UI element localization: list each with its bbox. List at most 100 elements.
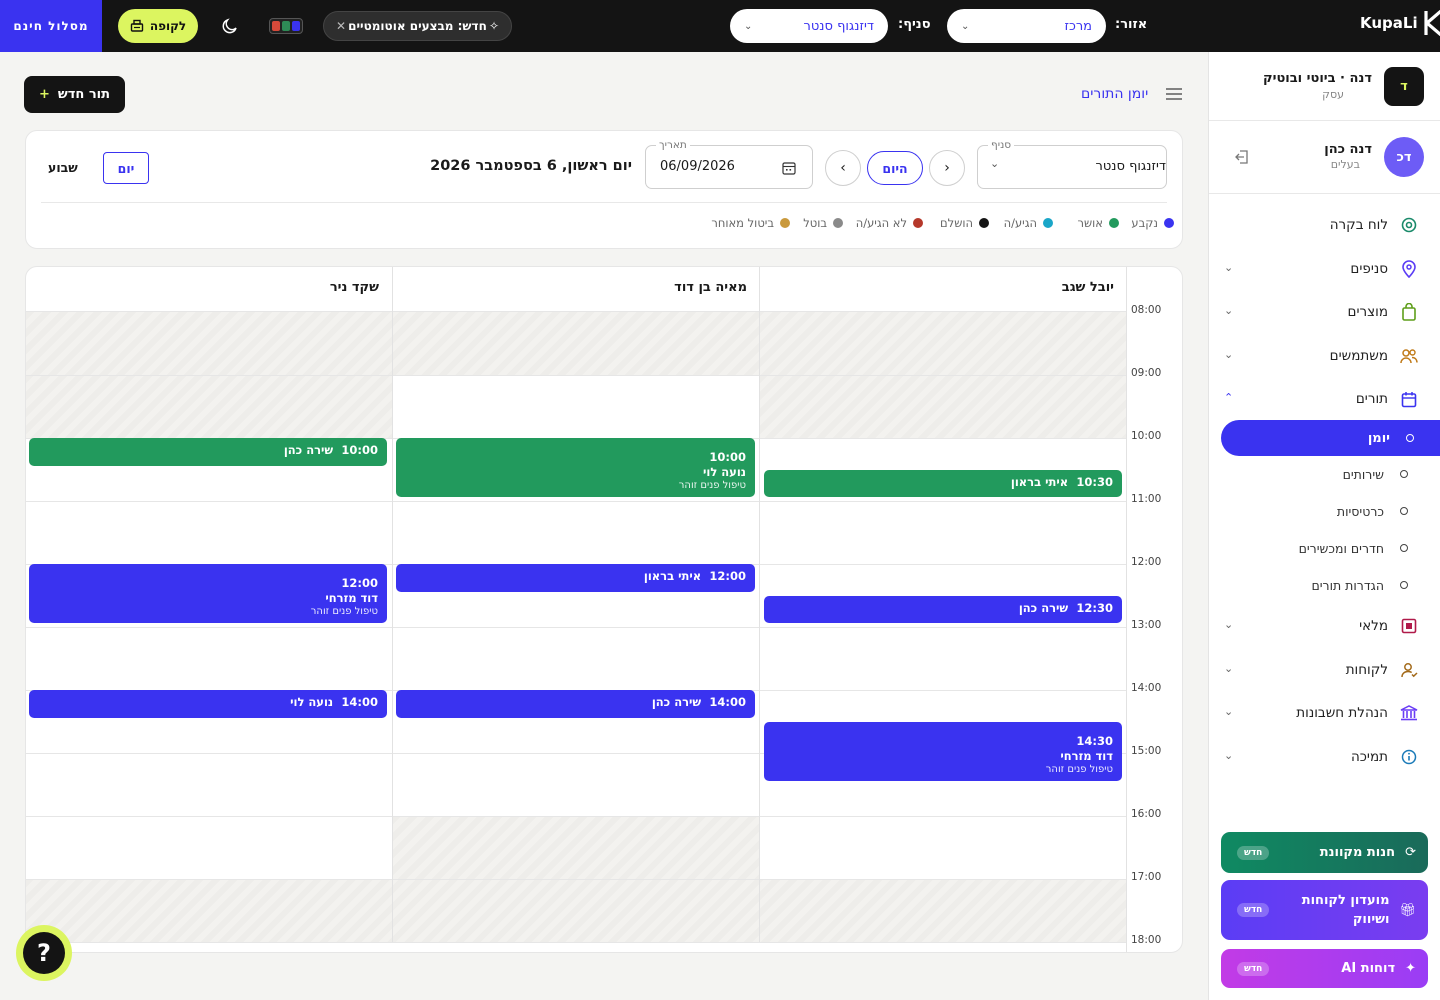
week-view-button[interactable]: שבוע [48, 160, 78, 175]
sub-nav-calendar[interactable]: יומן [1221, 420, 1440, 456]
loyalty-club-promo[interactable]: 🎁︎ מועדון לקוחות ושיווק חדש [1221, 880, 1428, 940]
sub-nav-label: שירותים [1342, 466, 1384, 482]
sub-nav-rooms[interactable]: חדרים ומכשירים [1248, 538, 1408, 558]
nav-label: לוח בקרה [1329, 217, 1388, 233]
inventory-icon [1400, 617, 1418, 635]
logout-icon[interactable] [1234, 149, 1250, 165]
today-button[interactable]: היום [867, 151, 923, 185]
sub-nav-label: הגדרות תורים [1311, 577, 1384, 593]
branch-filter-label: סניף [988, 139, 1015, 151]
hour-line [26, 375, 1127, 376]
nav-customers[interactable]: ⌄ לקוחות [1218, 658, 1418, 682]
bullet-icon [1400, 507, 1408, 515]
sub-nav-label: חדרים ומכשירים [1298, 540, 1384, 556]
branch-filter-select[interactable]: דיזנגוף סנטר ⌄ [977, 145, 1167, 189]
nav-users[interactable]: ⌄ משתמשים [1218, 344, 1418, 368]
nav-products[interactable]: ⌄ מוצרים [1218, 300, 1418, 324]
checkout-button[interactable]: לקופה [118, 9, 198, 43]
appointment-card[interactable]: 12:00 איתי בראון [396, 564, 755, 592]
sub-nav-settings[interactable]: הגדרות תורים [1248, 575, 1408, 595]
nav-label: לקוחות [1345, 662, 1388, 678]
appointment-time: 10:00 [709, 450, 746, 464]
appointment-card[interactable]: 14:00 נועה לוי [29, 690, 387, 718]
appointment-card[interactable]: 12:30 שירה כהן [764, 595, 1122, 623]
nav-inventory[interactable]: ⌄ מלאי [1218, 614, 1418, 638]
promo-label: מועדון לקוחות ושיווק [1301, 893, 1390, 927]
appointment-card[interactable]: 10:30 איתי בראון [764, 469, 1122, 497]
new-feature-chip[interactable]: ✧ חדש: מבצעים אוטומטיים ✕ [323, 11, 512, 41]
help-button[interactable]: ? [16, 925, 72, 981]
hour-label: 08:00 [1131, 304, 1162, 316]
logo[interactable]: KupaLi [1360, 10, 1440, 36]
closed-slot [26, 879, 1127, 942]
nav-branches[interactable]: ⌄ סניפים [1218, 257, 1418, 281]
bullet-icon [1400, 470, 1408, 478]
ai-reports-promo[interactable]: ✦ דוחות AI חדש [1221, 949, 1428, 988]
appointment-card[interactable]: 10:00 נועה לוי טיפול פנים זוהר [396, 438, 755, 497]
theme-palette-button[interactable] [269, 18, 303, 34]
palette-swatch [292, 21, 300, 31]
hour-line [26, 501, 1127, 502]
nav-support[interactable]: ⌄ תמיכה [1218, 745, 1418, 769]
promo-label: חנות מקוונת [1319, 845, 1396, 860]
business-avatar[interactable]: ד [1384, 67, 1424, 106]
closed-slot [26, 375, 393, 438]
next-day-button[interactable]: › [929, 150, 965, 186]
close-icon[interactable]: ✕ [336, 19, 346, 33]
appointment-card[interactable]: 12:00 דוד מזרחי טיפול פנים זוהר [29, 564, 387, 623]
legend-dot [1109, 218, 1119, 228]
top-bar [0, 0, 1440, 52]
hour-line [26, 942, 1127, 943]
appointment-card[interactable]: 14:00 שירה כהן [396, 690, 755, 718]
new-appointment-label: תור חדש [57, 87, 111, 102]
date-input[interactable]: 06/09/2026 [645, 145, 813, 189]
customers-icon [1400, 661, 1418, 679]
legend-label: נקבע [1131, 216, 1158, 230]
nav-appointments[interactable]: ⌃ תורים [1218, 387, 1418, 411]
date-filter-label: תאריך [656, 139, 690, 151]
nav-accounting[interactable]: ⌄ הנהלת חשבונות [1218, 701, 1418, 725]
closed-slot [393, 816, 760, 879]
area-select[interactable]: מרכז ⌄ [947, 9, 1106, 43]
calendar-icon[interactable] [782, 161, 796, 175]
appointment-time: 12:30 [1076, 600, 1113, 615]
breadcrumb[interactable]: יומן התורים [1081, 86, 1148, 102]
appointment-client: דוד מזרחי [325, 591, 378, 605]
day-view-button[interactable]: יום [103, 152, 149, 184]
divider [41, 202, 1167, 203]
new-feature-label: חדש: מבצעים אוטומטיים [348, 19, 487, 33]
new-appointment-button[interactable]: תור חדש + [24, 76, 125, 113]
sub-nav-services[interactable]: שירותים [1248, 464, 1408, 484]
promo-label: דוחות AI [1341, 961, 1396, 976]
dashboard-icon [1400, 216, 1418, 234]
legend-dot [979, 218, 989, 228]
divider [1209, 193, 1440, 194]
dark-mode-icon[interactable] [221, 17, 239, 35]
menu-icon[interactable] [1166, 87, 1182, 101]
nav-dashboard[interactable]: לוח בקרה [1218, 213, 1418, 237]
legend-dot [1043, 218, 1053, 228]
info-icon [1400, 748, 1418, 766]
appointment-client: נועה לוי [290, 695, 334, 709]
hour-label: 17:00 [1131, 871, 1162, 883]
logo-k-icon [1424, 10, 1440, 36]
prev-day-button[interactable]: ‹ [825, 150, 861, 186]
legend-dot [833, 218, 843, 228]
branch-select[interactable]: דיזנגוף סנטר ⌄ [730, 9, 888, 43]
sub-nav-punch-cards[interactable]: כרטיסיות [1248, 501, 1408, 521]
appointment-card[interactable]: 14:30 דוד מזרחי טיפול פנים זוהר [764, 721, 1122, 781]
chevron-down-icon: ⌄ [1224, 662, 1234, 675]
legend-dot [780, 218, 790, 228]
online-store-promo[interactable]: ⟳ חנות מקוונת חדש [1221, 832, 1428, 873]
appointment-client: איתי בראון [643, 569, 702, 583]
appointment-card[interactable]: 10:00 שירה כהן [29, 438, 387, 466]
user-role: בעלים [1330, 158, 1360, 171]
new-badge: חדש [1237, 845, 1270, 860]
user-avatar[interactable]: דכ [1384, 137, 1424, 177]
closed-slot [26, 312, 1127, 375]
appointment-client: שירה כהן [283, 443, 334, 457]
legend-item: לא הגיע/ה [856, 216, 923, 230]
legend-label: בוטל [803, 216, 827, 230]
appointment-service: טיפול פנים זוהר [310, 606, 378, 617]
free-plan-button[interactable]: מסלול חינם [0, 0, 102, 52]
